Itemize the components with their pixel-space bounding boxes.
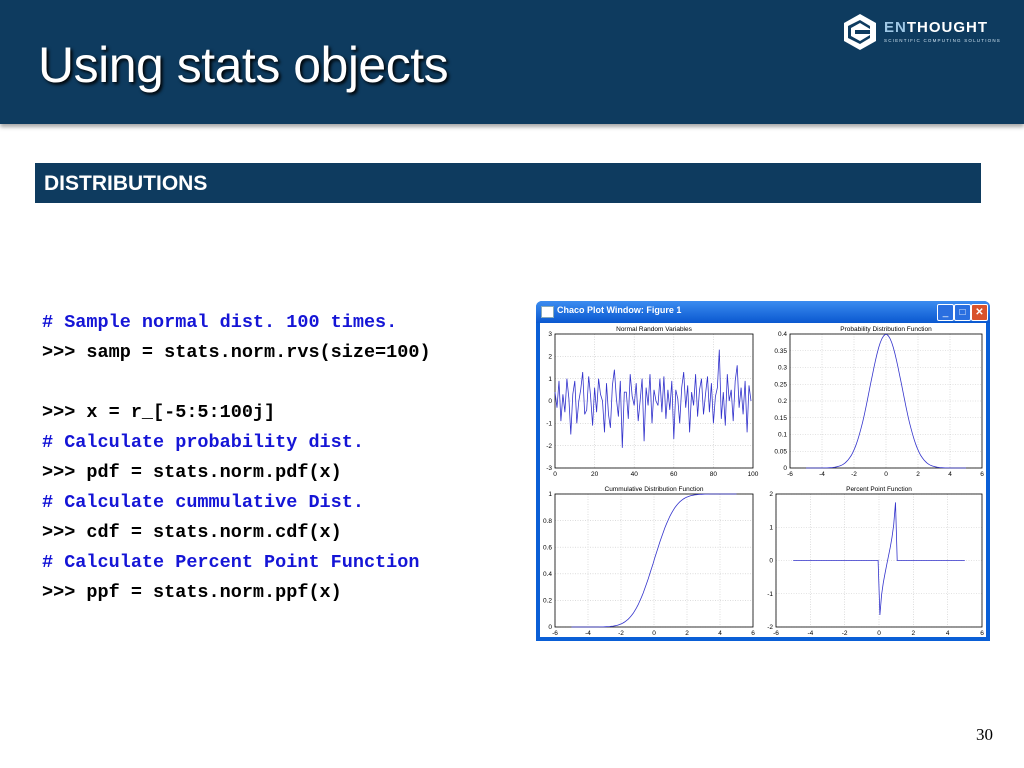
window-app-icon — [541, 306, 554, 318]
page-number: 30 — [976, 725, 993, 744]
x-tick-label: -4 — [807, 630, 813, 637]
y-tick-label: 3 — [548, 331, 552, 338]
minimize-button[interactable]: _ — [937, 304, 954, 321]
x-tick-label: -4 — [585, 630, 591, 637]
x-tick-label: 2 — [916, 471, 920, 478]
code-line: # Calculate cummulative Dist. — [42, 492, 364, 513]
logo-word-prefix: EN — [884, 19, 907, 36]
logo-word-suffix: THOUGHT — [906, 19, 989, 36]
x-tick-label: 0 — [884, 471, 888, 478]
x-tick-label: 2 — [685, 630, 689, 637]
y-tick-label: -3 — [546, 465, 552, 472]
y-tick-label: 0.8 — [543, 518, 552, 525]
x-tick-label: 4 — [948, 471, 952, 478]
y-tick-label: -2 — [546, 443, 552, 450]
y-tick-label: 0.25 — [774, 381, 787, 388]
code-line: >>> ppf = stats.norm.ppf(x) — [42, 582, 342, 603]
window-title: Chaco Plot Window: Figure 1 — [557, 305, 682, 315]
plots-svg: Normal Random Variables0 20 40 60 80 100-3-2-… — [543, 326, 984, 637]
code-line: # Calculate probability dist. — [42, 432, 364, 453]
x-tick-label: 4 — [946, 630, 950, 637]
y-tick-label: 2 — [548, 354, 552, 361]
y-tick-label: 0 — [548, 398, 552, 405]
y-tick-label: 0.15 — [774, 415, 787, 422]
chaco-plot-window[interactable]: Chaco Plot Window: Figure 1 _ □ ✕ Normal… — [536, 301, 990, 641]
window-titlebar[interactable]: Chaco Plot Window: Figure 1 _ □ ✕ — [536, 301, 990, 323]
close-icon: ✕ — [975, 307, 984, 318]
close-button[interactable]: ✕ — [971, 304, 988, 321]
x-tick-label: 2 — [912, 630, 916, 637]
section-label: DISTRIBUTIONS — [44, 172, 208, 195]
y-tick-label: 0.4 — [778, 331, 787, 338]
x-tick-label: 6 — [980, 630, 984, 637]
y-tick-label: 0 — [769, 558, 773, 565]
y-tick-label: 0.1 — [778, 432, 787, 439]
slide-title: Using stats objects — [38, 37, 449, 93]
x-tick-label: -4 — [819, 471, 825, 478]
y-tick-label: -1 — [546, 421, 552, 428]
chart-title: Cummulative Distribution Function — [605, 486, 704, 493]
x-tick-label: 6 — [980, 471, 984, 478]
minimize-icon: _ — [942, 307, 949, 318]
section-header: DISTRIBUTIONS — [35, 163, 981, 203]
y-tick-label: 0.2 — [543, 598, 552, 605]
y-tick-label: 0.35 — [774, 348, 787, 355]
code-line: >>> x = r_[-5:5:100j] — [42, 402, 276, 423]
x-tick-label: -6 — [552, 630, 558, 637]
y-tick-label: 0.2 — [778, 398, 787, 405]
enthought-e-logo-icon — [844, 14, 876, 50]
series-line — [554, 349, 752, 448]
x-tick-label: -2 — [842, 630, 848, 637]
title-bar: Using stats objects ENTHOUGHT SCIENTIFIC… — [0, 0, 1024, 124]
x-tick-label: -6 — [773, 630, 779, 637]
x-tick-label: 4 — [718, 630, 722, 637]
y-tick-label: 0.4 — [543, 571, 552, 578]
x-tick-label: -6 — [787, 471, 793, 478]
y-tick-label: 1 — [769, 524, 773, 531]
code-line: >>> cdf = stats.norm.cdf(x) — [42, 522, 342, 543]
code-line: >>> pdf = stats.norm.pdf(x) — [42, 462, 342, 483]
chart-title: Percent Point Function — [846, 486, 912, 493]
x-tick-label: 40 — [631, 471, 639, 478]
y-tick-label: 0.6 — [543, 544, 552, 551]
code-line: >>> samp = stats.norm.rvs(size=100) — [42, 342, 431, 363]
x-tick-label: 20 — [591, 471, 599, 478]
code-line: # Calculate Percent Point Function — [42, 552, 420, 573]
logo-wordmark: ENTHOUGHT — [884, 19, 988, 36]
y-tick-label: -1 — [767, 591, 773, 598]
enthought-logo: ENTHOUGHT SCIENTIFIC COMPUTING SOLUTIONS — [840, 12, 1010, 52]
code-line: # Sample normal dist. 100 times. — [42, 312, 398, 333]
y-tick-label: 0.3 — [778, 365, 787, 372]
x-tick-label: 100 — [748, 471, 759, 478]
x-tick-label: -2 — [618, 630, 624, 637]
logo-tagline: SCIENTIFIC COMPUTING SOLUTIONS — [884, 38, 1002, 43]
x-tick-label: 0 — [652, 630, 656, 637]
y-tick-label: -2 — [767, 624, 773, 631]
x-tick-label: 60 — [670, 471, 678, 478]
x-tick-label: 0 — [877, 630, 881, 637]
x-tick-label: 6 — [751, 630, 755, 637]
maximize-button[interactable]: □ — [954, 304, 971, 321]
y-tick-label: 0.05 — [774, 448, 787, 455]
x-tick-label: 80 — [710, 471, 718, 478]
y-tick-label: 2 — [769, 491, 773, 498]
x-tick-label: 0 — [553, 471, 557, 478]
x-tick-label: -2 — [851, 471, 857, 478]
y-tick-label: 1 — [548, 491, 552, 498]
maximize-icon: □ — [959, 307, 966, 318]
chart-title: Probability Distribution Function — [840, 326, 932, 333]
y-tick-label: 1 — [548, 376, 552, 383]
code-block: # Sample normal dist. 100 times. >>> sam… — [42, 308, 431, 608]
plot-canvas[interactable]: Normal Random Variables 0 20 40 60 80 100 -3 -2-… — [540, 323, 986, 637]
y-tick-label: 0 — [548, 624, 552, 631]
chart-title: Normal Random Variables — [616, 326, 692, 333]
y-tick-label: 0 — [783, 465, 787, 472]
